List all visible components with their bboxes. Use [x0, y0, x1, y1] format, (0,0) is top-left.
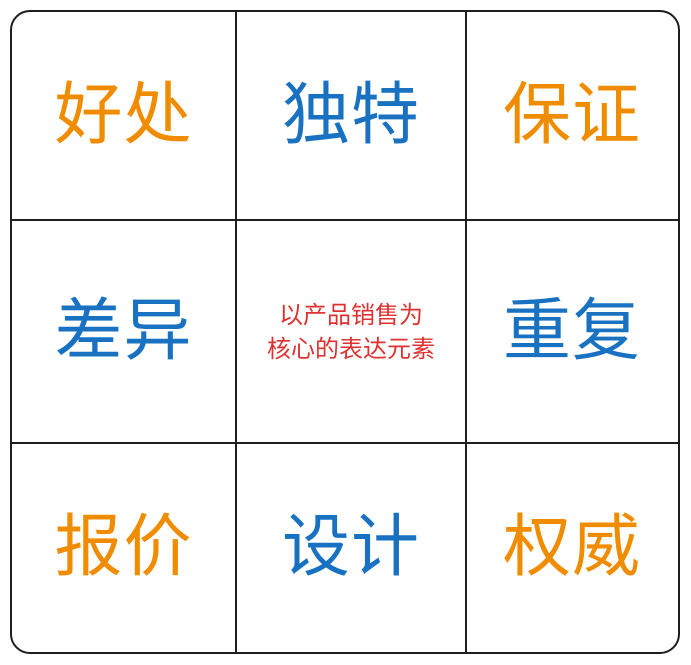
cell-label-benefit: 好处: [54, 75, 193, 155]
nine-grid-board: 好处 独特 保证 差异 以产品销售为 核心的表达元素 重复 报价 设计 权威: [10, 10, 680, 654]
cell-center: 以产品销售为 核心的表达元素: [237, 221, 465, 442]
cell-bottom-left: 报价: [12, 444, 235, 651]
cell-middle-left: 差异: [12, 221, 235, 442]
center-caption-line-1: 以产品销售为: [279, 300, 423, 329]
cell-label-design: 设计: [281, 507, 420, 587]
cell-label-guarantee: 保证: [502, 75, 641, 155]
cell-label-authority: 权威: [502, 507, 641, 587]
cell-label-unique: 独特: [281, 75, 420, 155]
cell-bottom-center: 设计: [237, 444, 465, 651]
cell-label-repeat: 重复: [502, 291, 641, 371]
cell-top-left: 好处: [12, 12, 235, 219]
cell-top-center: 独特: [237, 12, 465, 219]
center-caption-line-2: 核心的表达元素: [267, 334, 435, 363]
cell-middle-right: 重复: [467, 221, 677, 442]
cell-top-right: 保证: [467, 12, 677, 219]
cell-bottom-right: 权威: [467, 444, 677, 651]
cell-label-difference: 差异: [54, 291, 193, 371]
cell-label-quote: 报价: [54, 507, 193, 587]
center-caption: 以产品销售为 核心的表达元素: [267, 298, 435, 366]
